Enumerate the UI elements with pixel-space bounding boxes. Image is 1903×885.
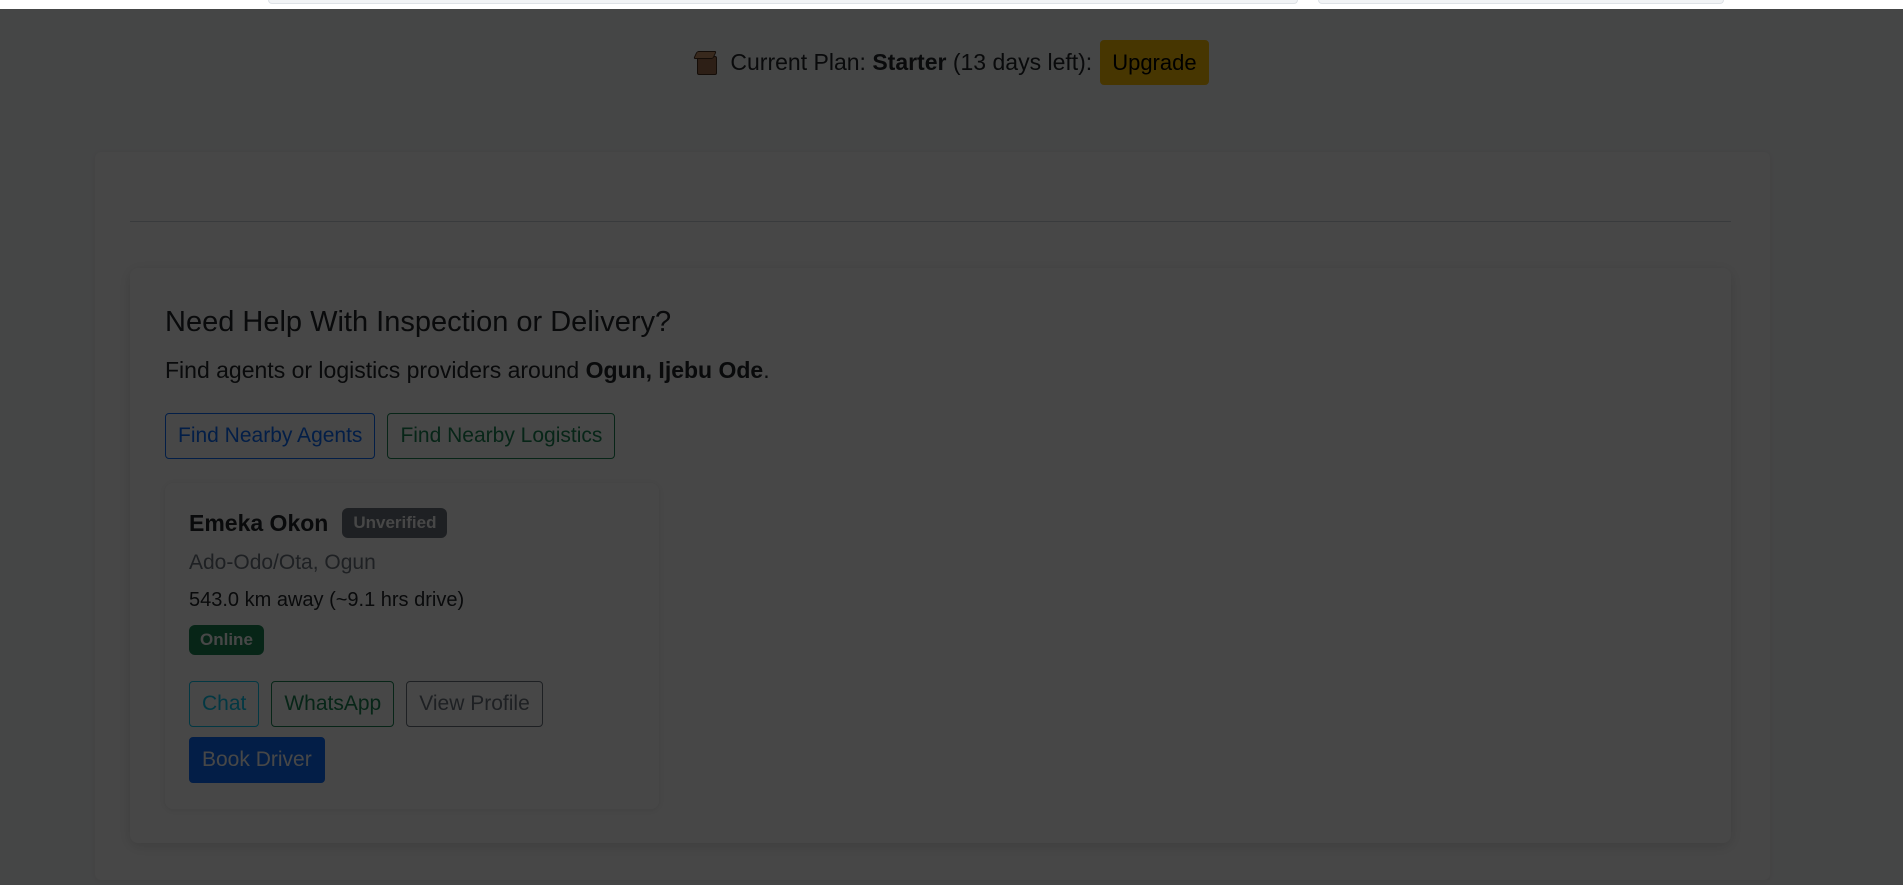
agent-location: Ado-Odo/Ota, Ogun [189, 551, 376, 574]
browser-top-strip [0, 0, 1903, 9]
plan-text: Current Plan: Starter (13 days left): [730, 49, 1092, 76]
view-profile-button[interactable]: View Profile [406, 681, 543, 727]
help-subtitle-suffix: . [763, 357, 770, 383]
agent-status: Online [189, 625, 264, 655]
agent-book: Book Driver [189, 737, 325, 783]
plan-days-left: (13 days left): [952, 49, 1093, 75]
chat-button[interactable]: Chat [189, 681, 260, 727]
plan-bar: Current Plan: Starter (13 days left): Up… [0, 40, 1903, 85]
find-logistics-button[interactable]: Find Nearby Logistics [387, 413, 616, 459]
find-buttons: Find Nearby Agents Find Nearby Logistics [165, 413, 616, 459]
help-subtitle-prefix: Find agents or logistics providers aroun… [165, 357, 580, 383]
online-badge: Online [189, 625, 264, 655]
book-driver-button[interactable]: Book Driver [189, 737, 325, 783]
agent-name: Emeka Okon [189, 509, 329, 536]
help-title: Need Help With Inspection or Delivery? [165, 306, 672, 338]
find-agents-button[interactable]: Find Nearby Agents [165, 413, 376, 459]
plan-name: Starter [872, 49, 947, 75]
top-input-field-secondary [1318, 0, 1724, 4]
section-divider [130, 221, 1731, 222]
agent-header: Emeka Okon Unverified [189, 508, 448, 538]
top-input-field [268, 0, 1298, 4]
agent-distance: 543.0 km away (~9.1 hrs drive) [189, 589, 465, 611]
plan-label: Current Plan: [730, 49, 866, 75]
upgrade-button[interactable]: Upgrade [1100, 40, 1209, 85]
help-subtitle: Find agents or logistics providers aroun… [165, 357, 770, 384]
whatsapp-button[interactable]: WhatsApp [271, 681, 395, 727]
verification-badge: Unverified [342, 508, 448, 538]
box-icon [693, 49, 722, 77]
help-location: Ogun, Ijebu Ode [585, 357, 764, 383]
agent-actions: Chat WhatsApp View Profile [189, 681, 543, 727]
